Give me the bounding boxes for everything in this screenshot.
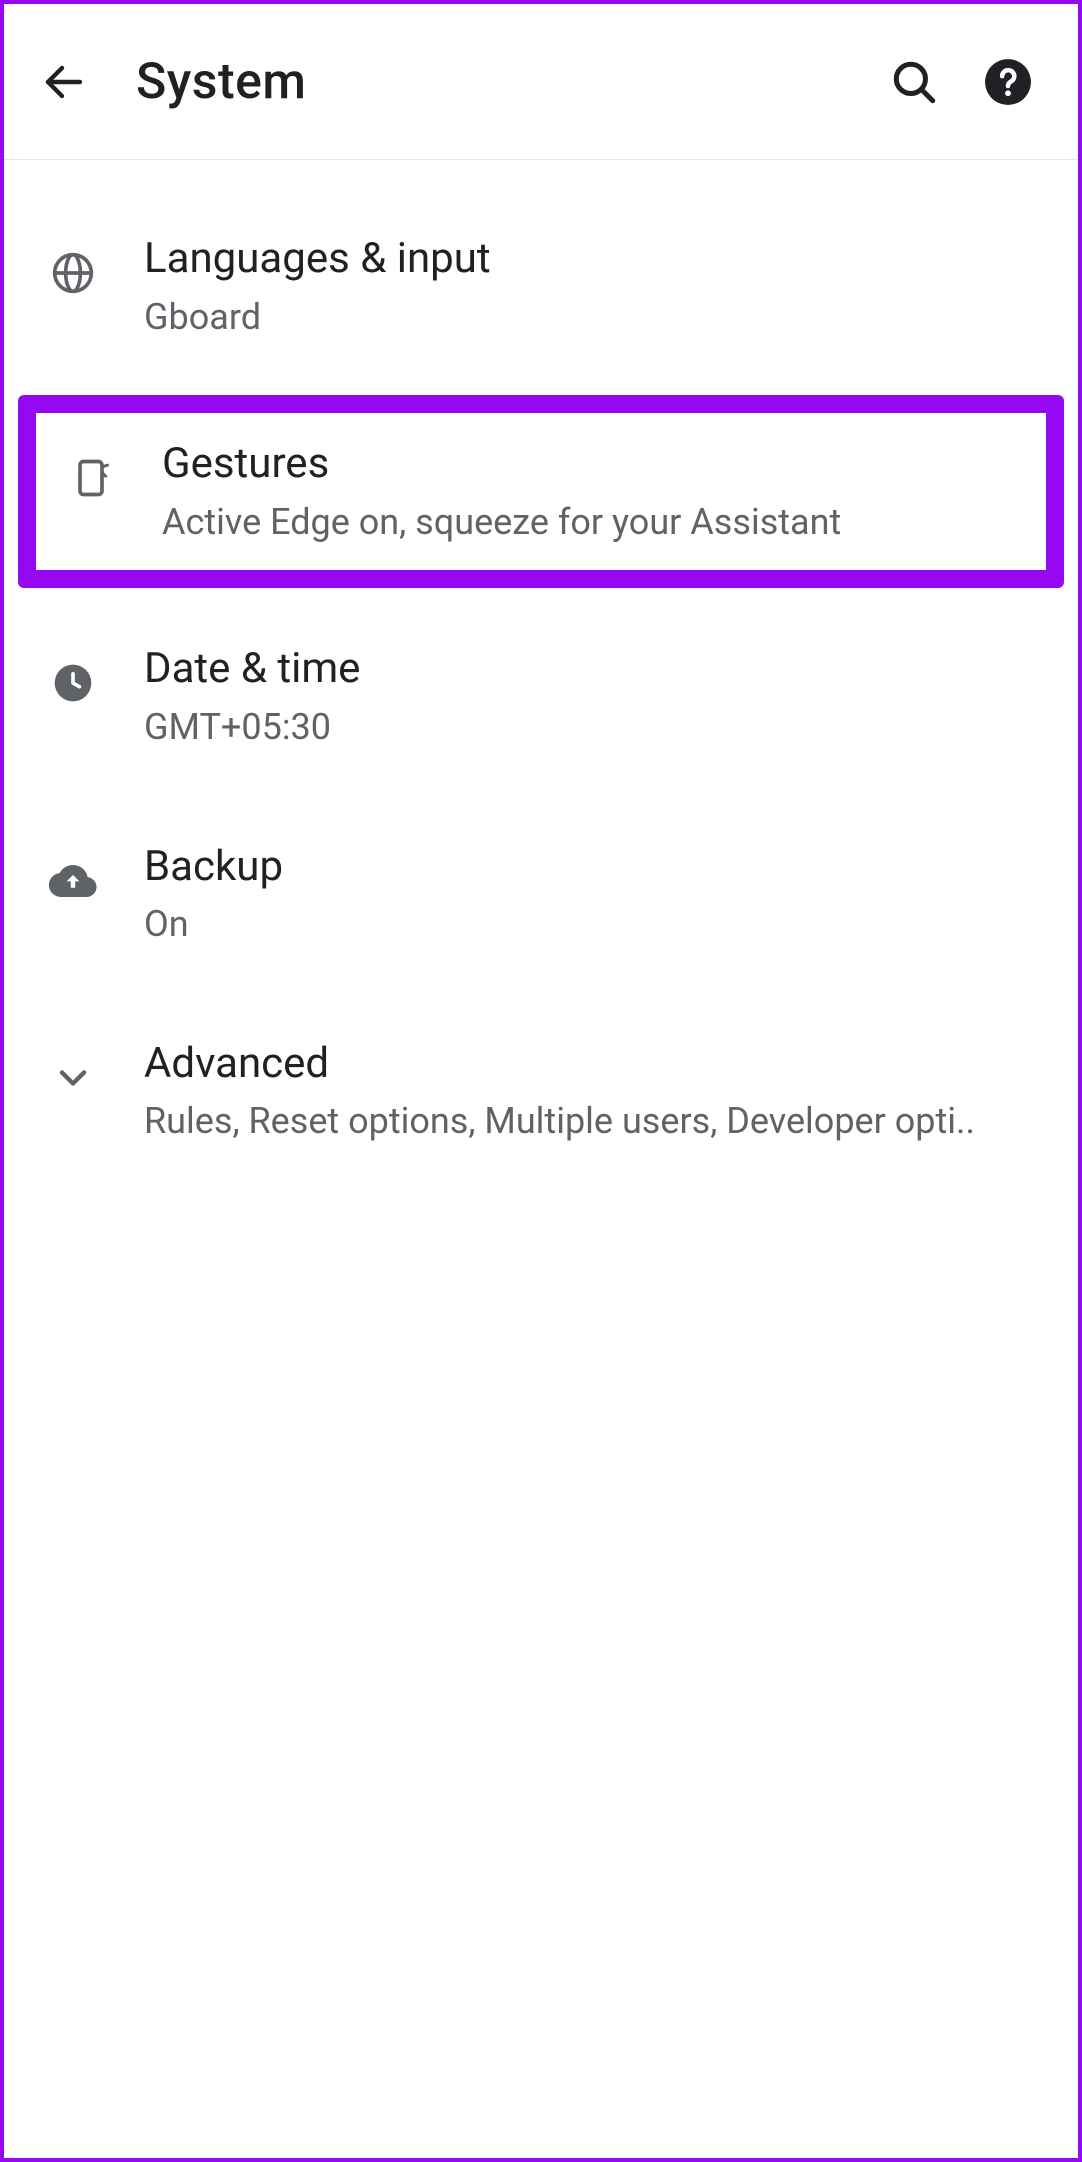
settings-list: Languages & input Gboard Gestures Active…: [4, 160, 1078, 1180]
item-subtitle: Active Edge on, squeeze for your Assista…: [162, 498, 1030, 547]
page-title: System: [136, 53, 306, 111]
item-subtitle: Gboard: [144, 293, 1048, 342]
clock-icon: [34, 644, 112, 722]
item-title: Gestures: [162, 437, 1030, 492]
settings-item-advanced[interactable]: Advanced Rules, Reset options, Multiple …: [4, 1003, 1078, 1180]
item-title: Backup: [144, 840, 1048, 895]
settings-item-languages[interactable]: Languages & input Gboard: [4, 198, 1078, 375]
app-bar: System: [4, 4, 1078, 160]
item-title: Date & time: [144, 642, 1048, 697]
help-icon: [983, 57, 1033, 107]
globe-icon: [34, 234, 112, 312]
item-title: Languages & input: [144, 232, 1048, 287]
settings-item-datetime[interactable]: Date & time GMT+05:30: [4, 608, 1078, 785]
item-subtitle: Rules, Reset options, Multiple users, De…: [144, 1097, 1048, 1146]
item-title: Advanced: [144, 1037, 1048, 1092]
back-button[interactable]: [24, 42, 104, 122]
arrow-left-icon: [40, 58, 88, 106]
help-button[interactable]: [968, 42, 1048, 122]
item-subtitle: GMT+05:30: [144, 703, 1048, 752]
cloud-upload-icon: [34, 842, 112, 920]
item-subtitle: On: [144, 900, 1048, 949]
settings-item-backup[interactable]: Backup On: [4, 806, 1078, 983]
search-icon: [889, 57, 939, 107]
phone-gesture-icon: [52, 439, 130, 517]
settings-item-gestures[interactable]: Gestures Active Edge on, squeeze for you…: [18, 395, 1064, 588]
chevron-down-icon: [34, 1039, 112, 1117]
search-button[interactable]: [874, 42, 954, 122]
